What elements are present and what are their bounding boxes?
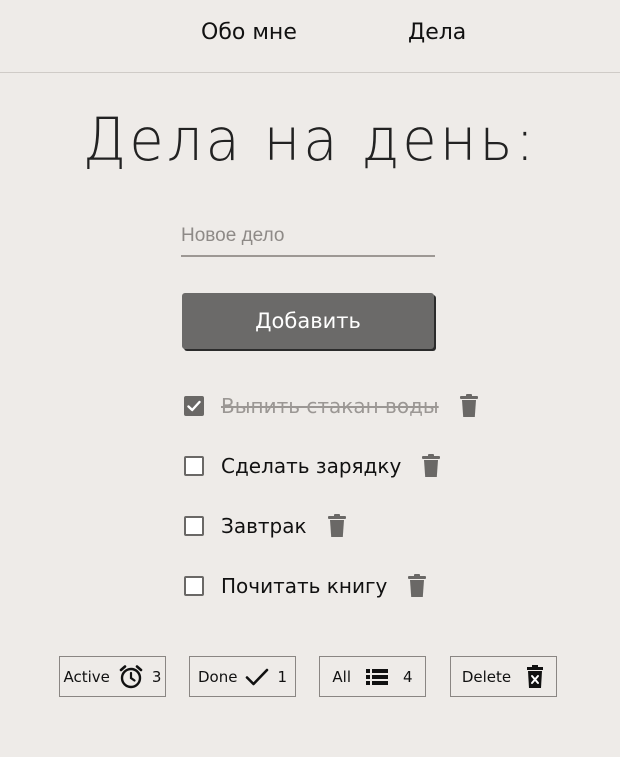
top-nav: Обо мне Дела (0, 0, 620, 73)
list-icon (366, 668, 389, 685)
add-task-button[interactable]: Добавить (182, 293, 434, 349)
nav-link-tasks[interactable]: Дела (408, 20, 466, 45)
delete-completed-button[interactable]: Delete (450, 656, 557, 697)
delete-label: Delete (461, 667, 512, 686)
todo-checkbox[interactable] (184, 516, 204, 536)
todo-text: Завтрак (221, 514, 307, 538)
todo-item: Почитать книгу (184, 571, 427, 601)
page-title: Дела на день: (82, 106, 538, 175)
todo-checkbox[interactable] (184, 456, 204, 476)
filter-active-count: 3 (151, 667, 162, 686)
todo-text: Почитать книгу (221, 574, 388, 598)
filter-active-button[interactable]: Active 3 (59, 656, 166, 697)
todo-text: Выпить стакан воды (221, 394, 439, 418)
filter-all-label: All (332, 667, 352, 686)
checkmark-icon (246, 668, 269, 685)
trash-icon[interactable] (421, 454, 441, 478)
trash-icon[interactable] (407, 574, 427, 598)
todo-checkbox[interactable] (184, 396, 204, 416)
filter-done-count: 1 (277, 667, 287, 686)
todo-item: Выпить стакан воды (184, 391, 479, 421)
alarm-clock-icon (119, 664, 143, 688)
new-task-field (181, 220, 435, 257)
trash-icon[interactable] (459, 394, 479, 418)
new-task-input[interactable] (181, 220, 435, 252)
todo-checkbox[interactable] (184, 576, 204, 596)
trash-icon[interactable] (327, 514, 347, 538)
filter-all-count: 4 (403, 667, 413, 686)
filter-done-label: Done (197, 667, 238, 686)
check-icon (187, 400, 201, 412)
filter-all-button[interactable]: All 4 (319, 656, 426, 697)
trash-x-icon (527, 664, 544, 688)
filter-active-label: Active (63, 667, 110, 686)
todo-text: Сделать зарядку (221, 454, 402, 478)
todo-item: Завтрак (184, 511, 347, 541)
filter-done-button[interactable]: Done 1 (189, 656, 296, 697)
nav-link-about[interactable]: Обо мне (201, 20, 297, 45)
todo-item: Сделать зарядку (184, 451, 441, 481)
